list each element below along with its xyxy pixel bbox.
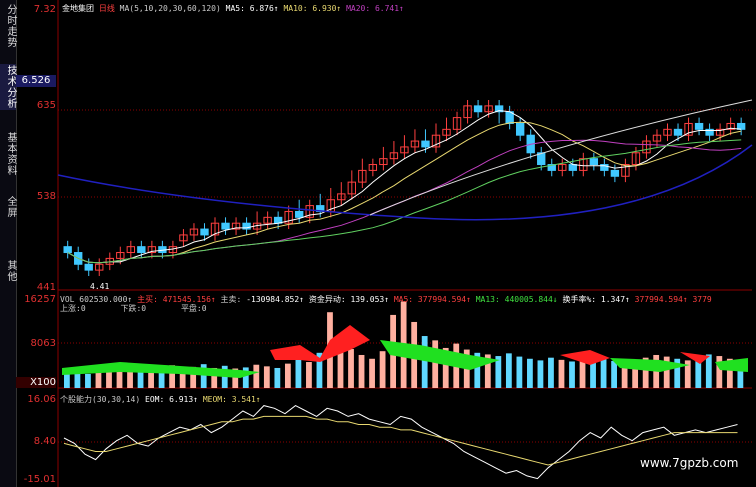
volume-bar (85, 373, 91, 388)
volume-bar (527, 358, 533, 388)
indicator-name: 个股能力(30,30,14) (60, 395, 141, 404)
volume-bar (505, 353, 512, 388)
candle-body (473, 105, 483, 113)
volume-band-green (380, 340, 500, 370)
price-tick-441: 441 (36, 282, 56, 293)
candle-body (221, 222, 230, 230)
volume-subheader: 上涨:0 下跌:0 平盘:0 (60, 303, 207, 314)
volume-bar (116, 369, 123, 388)
main-sell-label: 主卖: (220, 295, 242, 304)
candle-body (589, 158, 599, 166)
ind-tick-bottom: -15.01 (23, 474, 56, 485)
volume-bar (537, 360, 544, 388)
vol-ma13: MA13: 440005.844↓ (475, 295, 558, 304)
candle-body (568, 164, 577, 171)
candle-body (421, 140, 430, 148)
volume-bar (716, 356, 723, 388)
capital-label: 资金异动: (308, 295, 346, 304)
down-count: 下跌:0 (120, 304, 147, 313)
meom-line (63, 415, 738, 466)
volume-bar (558, 359, 565, 388)
volume-bar (611, 360, 617, 388)
ma120-line (57, 144, 753, 221)
candle-body (137, 246, 146, 254)
vol-tail: 377994.594↑ 3779 (634, 295, 712, 304)
volume-bar (569, 361, 575, 388)
volume-bar (432, 340, 439, 388)
volume-bar (274, 367, 281, 388)
ind-tick-mid: 8.40 (33, 436, 56, 447)
price-header: 金地集团 日线 MA(5,10,20,30,60,120) MA5: 6.876… (62, 3, 404, 14)
vol-ma5: MA5: 377994.594↑ (393, 295, 471, 304)
volume-bar (705, 354, 712, 388)
volume-bar (600, 358, 607, 388)
volume-bar (421, 336, 428, 388)
volume-bar (379, 351, 386, 388)
candle-body (200, 228, 209, 236)
vol-tick-top: 16257 (24, 294, 56, 305)
volume-bar (516, 356, 523, 388)
price-tick-635: 635 (36, 100, 56, 111)
ind-tick-top: 16.06 (27, 394, 56, 405)
watermark: www.7gpzb.com (640, 456, 739, 470)
stock-name: 金地集团 (62, 4, 94, 13)
volume-bar (306, 362, 312, 388)
turnover-label: 换手率%: (562, 295, 597, 304)
volume-bar (579, 359, 586, 388)
volume-bar (263, 366, 270, 388)
candle-body (63, 246, 72, 254)
turnover-value: 1.347↑ (600, 295, 630, 304)
volume-bar (548, 357, 554, 388)
candle-body (610, 169, 620, 177)
main-sell-value: -130984.852↑ (246, 295, 304, 304)
low-label: 4.41 (90, 282, 110, 291)
ma20-value: MA20: 6.741↑ (346, 4, 404, 13)
ma-params: MA(5,10,20,30,60,120) (119, 4, 221, 13)
period-label: 日线 (98, 4, 115, 13)
volume-bar (295, 359, 302, 388)
ma5-value: MA5: 6.876↑ (225, 4, 279, 13)
meom-value: MEOM: 3.541↑ (202, 395, 261, 404)
candle-body (515, 122, 525, 136)
candle-body (295, 210, 304, 218)
volume-bar (348, 349, 354, 388)
vol-unit: X100 (16, 377, 56, 388)
candle-body (736, 122, 746, 130)
chart-canvas (57, 0, 753, 487)
price-tick-top: 7.32 (33, 4, 56, 15)
volume-bar (74, 372, 81, 388)
vol-tick-mid: 8063 (30, 338, 56, 349)
volume-bar (253, 364, 260, 388)
volume-bar (369, 358, 375, 388)
flat-count: 平盘:0 (180, 304, 207, 313)
price-tick-538: 538 (36, 191, 56, 202)
candle-body (84, 263, 93, 271)
ma60-line (369, 99, 753, 216)
current-price-marker: 6.526 (16, 75, 56, 87)
ma5-line (67, 110, 742, 264)
capital-value: 139.053↑ (350, 295, 390, 304)
candle-body (694, 122, 704, 130)
candle-body (673, 128, 683, 136)
eom-value: EOM: 6.913↑ (145, 395, 198, 404)
volume-bar (284, 363, 291, 388)
volume-bar (95, 371, 102, 388)
up-count: 上涨:0 (60, 304, 86, 313)
ma10-value: MA10: 6.930↑ (283, 4, 342, 13)
indicator-header: 个股能力(30,30,14) EOM: 6.913↑ MEOM: 3.541↑ (60, 394, 261, 405)
volume-bar (358, 354, 365, 388)
volume-band-red-far (680, 352, 710, 364)
